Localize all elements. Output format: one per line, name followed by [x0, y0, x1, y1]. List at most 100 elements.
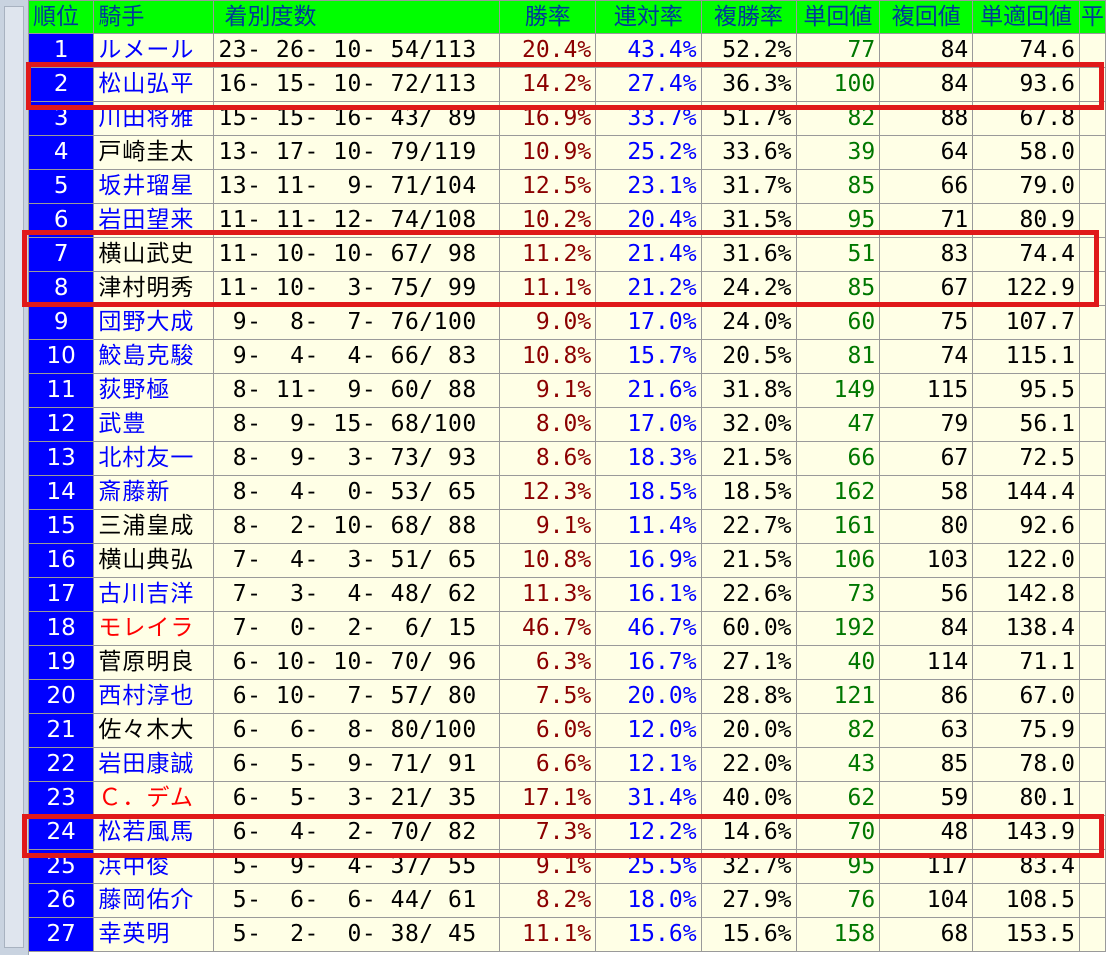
top3-rate-cell: 60.0%: [700, 611, 797, 646]
table-row[interactable]: 21 佐々木大 6- 6- 8- 80/100 6.0% 12.0% 20.0% 82 63…: [27, 713, 1106, 748]
table-row[interactable]: 16 横山典弘 7- 4- 3- 51/ 65 10.8% 16.9% 21.5% 106…: [27, 543, 1106, 578]
col-header-record[interactable]: 着別度数: [213, 0, 501, 34]
record-cell: 5- 6- 6- 44/ 61: [213, 883, 501, 918]
table-row[interactable]: 10 鮫島克駿 9- 4- 4- 66/ 83 10.8% 15.7% 20.5% 81 7…: [27, 339, 1106, 374]
table-row[interactable]: 14 斎藤新 8- 4- 0- 53/ 65 12.3% 18.5% 18.5% 162 5…: [27, 475, 1106, 510]
win-return-cell: 66: [795, 441, 881, 476]
col-header-rank[interactable]: 順位: [27, 0, 95, 34]
top2-rate-cell: 15.7%: [595, 339, 702, 374]
top2-rate-cell: 21.2%: [595, 271, 702, 306]
top2-rate-cell: 11.4%: [595, 509, 702, 544]
table-row[interactable]: 7 横山武史 11- 10- 10- 67/ 98 11.2% 21.4% 31.6% 51…: [27, 237, 1106, 272]
table-row[interactable]: 12 武豊 8- 9- 15- 68/100 8.0% 17.0% 32.0% 47 79 5…: [27, 407, 1106, 442]
adj-win-return-cell: 67.8: [972, 101, 1080, 136]
rank-cell: 9: [27, 305, 95, 340]
top2-rate-cell: 31.4%: [595, 781, 702, 816]
record-cell: 7- 3- 4- 48/ 62: [213, 577, 501, 612]
table-row[interactable]: 23 Ｃ．デム 6- 5- 3- 21/ 35 17.1% 31.4% 40.0% 62 5…: [27, 781, 1106, 816]
win-return-cell: 43: [795, 747, 881, 782]
top3-rate-cell: 27.1%: [700, 645, 797, 680]
table-row[interactable]: 1 ルメール 23- 26- 10- 54/113 20.4% 43.4% 52.2% 77…: [27, 33, 1106, 68]
rank-cell: 8: [27, 271, 95, 306]
extra-cell: [1078, 441, 1106, 476]
table-header-row: 順位 騎手 着別度数 勝率 連対率 複勝率 単回値 複回値 単適回値 平: [27, 0, 1106, 34]
adj-win-return-cell: 142.8: [972, 577, 1080, 612]
col-header-top2-rate[interactable]: 連対率: [595, 0, 702, 34]
adj-win-return-cell: 80.1: [972, 781, 1080, 816]
adj-win-return-cell: 79.0: [972, 169, 1080, 204]
table-row[interactable]: 5 坂井瑠星 13- 11- 9- 71/104 12.5% 23.1% 31.7% 85 6…: [27, 169, 1106, 204]
table-row[interactable]: 3 川田将雅 15- 15- 16- 43/ 89 16.9% 33.7% 51.7% 82…: [27, 101, 1106, 136]
top3-rate-cell: 33.6%: [700, 135, 797, 170]
place-return-cell: 84: [879, 611, 974, 646]
col-header-win-return[interactable]: 単回値: [795, 0, 881, 34]
table-row[interactable]: 22 岩田康誠 6- 5- 9- 71/ 91 6.6% 12.1% 22.0% 43 85…: [27, 747, 1106, 782]
jockey-name-cell: 松若風馬: [93, 815, 215, 850]
win-rate-cell: 6.0%: [499, 713, 597, 748]
rank-cell: 19: [27, 645, 95, 680]
win-rate-cell: 10.8%: [499, 339, 597, 374]
col-header-top3-rate[interactable]: 複勝率: [700, 0, 797, 34]
adj-win-return-cell: 95.5: [972, 373, 1080, 408]
win-rate-cell: 20.4%: [499, 33, 597, 68]
rank-cell: 18: [27, 611, 95, 646]
table-row[interactable]: 17 古川吉洋 7- 3- 4- 48/ 62 11.3% 16.1% 22.6% 73 5…: [27, 577, 1106, 612]
extra-cell: [1078, 679, 1106, 714]
table-row[interactable]: 15 三浦皇成 8- 2- 10- 68/ 88 9.1% 11.4% 22.7% 161…: [27, 509, 1106, 544]
table-row[interactable]: 8 津村明秀 11- 10- 3- 75/ 99 11.1% 21.2% 24.2% 85 6…: [27, 271, 1106, 306]
place-return-cell: 85: [879, 747, 974, 782]
record-cell: 11- 10- 3- 75/ 99: [213, 271, 501, 306]
win-rate-cell: 11.1%: [499, 917, 597, 952]
win-rate-cell: 11.2%: [499, 237, 597, 272]
col-header-jockey[interactable]: 騎手: [93, 0, 215, 34]
col-header-win-rate[interactable]: 勝率: [499, 0, 597, 34]
table-row[interactable]: 4 戸崎圭太 13- 17- 10- 79/119 10.9% 25.2% 33.6% 39…: [27, 135, 1106, 170]
jockey-name-cell: 藤岡佑介: [93, 883, 215, 918]
table-row[interactable]: 18 モレイラ 7- 0- 2- 6/ 15 46.7% 46.7% 60.0% 192 8…: [27, 611, 1106, 646]
win-return-cell: 81: [795, 339, 881, 374]
win-return-cell: 82: [795, 713, 881, 748]
win-rate-cell: 10.9%: [499, 135, 597, 170]
table-row[interactable]: 26 藤岡佑介 5- 6- 6- 44/ 61 8.2% 18.0% 27.9% 76 10…: [27, 883, 1106, 918]
jockey-name-cell: 川田将雅: [93, 101, 215, 136]
record-cell: 8- 9- 15- 68/100: [213, 407, 501, 442]
table-row[interactable]: 11 荻野極 8- 11- 9- 60/ 88 9.1% 21.6% 31.8% 149 1…: [27, 373, 1106, 408]
extra-cell: [1078, 67, 1106, 102]
table-row[interactable]: 25 浜中俊 5- 9- 4- 37/ 55 9.1% 25.5% 32.7% 95 117…: [27, 849, 1106, 884]
table-row[interactable]: 27 幸英明 5- 2- 0- 38/ 45 11.1% 15.6% 15.6% 158 6…: [27, 917, 1106, 952]
top2-rate-cell: 12.1%: [595, 747, 702, 782]
table-row[interactable]: 20 西村淳也 6- 10- 7- 57/ 80 7.5% 20.0% 28.8% 121…: [27, 679, 1106, 714]
place-return-cell: 114: [879, 645, 974, 680]
table-row[interactable]: 19 菅原明良 6- 10- 10- 70/ 96 6.3% 16.7% 27.1% 40…: [27, 645, 1106, 680]
adj-win-return-cell: 143.9: [972, 815, 1080, 850]
jockey-name-cell: 幸英明: [93, 917, 215, 952]
adj-win-return-cell: 71.1: [972, 645, 1080, 680]
jockey-name-cell: 浜中俊: [93, 849, 215, 884]
place-return-cell: 64: [879, 135, 974, 170]
top3-rate-cell: 52.2%: [700, 33, 797, 68]
vertical-scrollbar[interactable]: [4, 6, 24, 948]
win-return-cell: 121: [795, 679, 881, 714]
rank-cell: 7: [27, 237, 95, 272]
win-rate-cell: 8.0%: [499, 407, 597, 442]
table-row[interactable]: 2 松山弘平 16- 15- 10- 72/113 14.2% 27.4% 36.3% 10…: [27, 67, 1106, 102]
table-row[interactable]: 13 北村友一 8- 9- 3- 73/ 93 8.6% 18.3% 21.5% 66 67…: [27, 441, 1106, 476]
top3-rate-cell: 14.6%: [700, 815, 797, 850]
win-rate-cell: 9.0%: [499, 305, 597, 340]
rank-cell: 1: [27, 33, 95, 68]
win-return-cell: 95: [795, 849, 881, 884]
table-row[interactable]: 9 団野大成 9- 8- 7- 76/100 9.0% 17.0% 24.0% 60 75 1…: [27, 305, 1106, 340]
extra-cell: [1078, 237, 1106, 272]
win-return-cell: 106: [795, 543, 881, 578]
record-cell: 6- 4- 2- 70/ 82: [213, 815, 501, 850]
col-header-extra[interactable]: 平: [1078, 0, 1106, 34]
table-row[interactable]: 6 岩田望来 11- 11- 12- 74/108 10.2% 20.4% 31.5% 95…: [27, 203, 1106, 238]
record-cell: 8- 11- 9- 60/ 88: [213, 373, 501, 408]
win-return-cell: 76: [795, 883, 881, 918]
col-header-adj-win-return[interactable]: 単適回値: [972, 0, 1080, 34]
col-header-place-return[interactable]: 複回値: [879, 0, 974, 34]
table-row[interactable]: 24 松若風馬 6- 4- 2- 70/ 82 7.3% 12.2% 14.6% 70 48…: [27, 815, 1106, 850]
place-return-cell: 83: [879, 237, 974, 272]
top3-rate-cell: 21.5%: [700, 543, 797, 578]
top2-rate-cell: 18.5%: [595, 475, 702, 510]
